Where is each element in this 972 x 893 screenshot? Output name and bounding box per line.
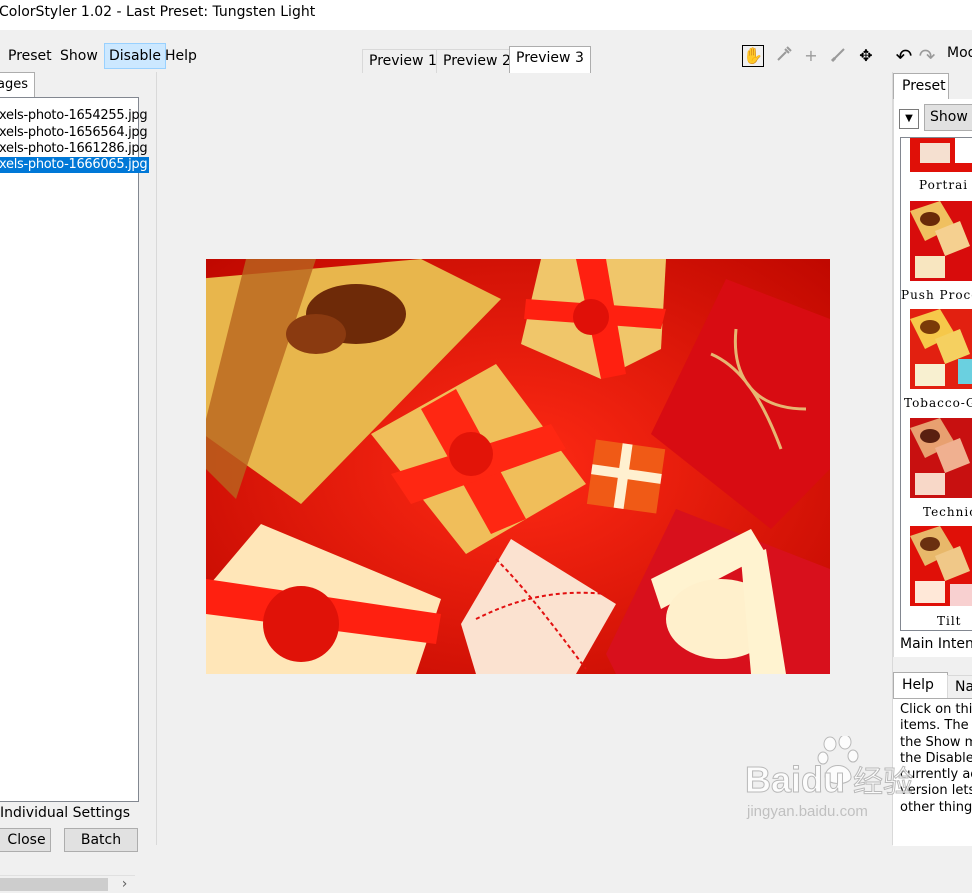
brush-icon[interactable]: [828, 45, 850, 67]
watermark-brand: Baidu: [745, 759, 845, 800]
horizontal-scrollbar[interactable]: ›: [0, 875, 135, 893]
preset-label: Tobacco-G: [904, 396, 972, 410]
file-list[interactable]: xels-photo-1654255.jpg xels-photo-165656…: [0, 97, 150, 893]
tab-navigator[interactable]: Na: [947, 675, 972, 699]
preset-label: Technic: [923, 505, 972, 519]
eyedropper-icon[interactable]: [773, 45, 795, 67]
close-button[interactable]: Close: [0, 828, 51, 852]
mode-label[interactable]: Mod: [947, 45, 972, 61]
preview-image: [206, 259, 830, 674]
individual-settings-label: Individual Settings: [0, 805, 131, 821]
help-text-line: Click on this: [900, 702, 972, 717]
preset-label: Tilt: [937, 614, 962, 628]
tab-preview-2[interactable]: Preview 2: [436, 49, 518, 73]
main-intensity-label: Main Intensi: [900, 636, 972, 652]
undo-icon[interactable]: ↶: [893, 45, 915, 67]
file-item[interactable]: xels-photo-1656564.jpg: [0, 125, 149, 141]
batch-button[interactable]: Batch: [64, 828, 138, 852]
tab-help[interactable]: Help: [893, 672, 948, 699]
scroll-right-icon[interactable]: ›: [116, 876, 133, 893]
menu-help[interactable]: Help: [161, 43, 201, 69]
preset-thumbnail[interactable]: [910, 418, 972, 498]
hand-icon[interactable]: ✋: [742, 45, 764, 67]
file-item[interactable]: xels-photo-1654255.jpg: [0, 108, 149, 124]
preset-thumbnail[interactable]: [910, 201, 972, 281]
tab-images[interactable]: ages: [0, 72, 35, 98]
watermark-url: jingyan.baidu.com: [746, 803, 868, 820]
preset-label: Push Proce: [901, 288, 972, 302]
preset-label: Portrai: [919, 178, 969, 192]
preset-thumbnail[interactable]: [910, 138, 972, 172]
preset-thumbnail[interactable]: [910, 526, 972, 606]
scrollbar-thumb[interactable]: [0, 878, 108, 891]
crosshair-icon[interactable]: +: [800, 45, 822, 67]
preset-thumbnail[interactable]: [910, 309, 972, 389]
menu-disable[interactable]: Disable: [104, 43, 166, 69]
move-arrows-icon[interactable]: ✥: [855, 45, 877, 67]
file-item[interactable]: xels-photo-1661286.jpg: [0, 141, 149, 157]
show-all-button[interactable]: Show A: [924, 104, 972, 131]
watermark-brand-cn: 经验: [853, 765, 913, 800]
tab-preview-3[interactable]: Preview 3: [509, 46, 591, 73]
menu-preset[interactable]: Preset: [4, 43, 56, 69]
tab-preset[interactable]: Preset: [893, 73, 949, 100]
title-bar: ColorStyler 1.02 - Last Preset: Tungsten…: [0, 0, 972, 30]
help-text-line: items. The P: [900, 718, 972, 733]
tab-preview-1[interactable]: Preview 1: [362, 49, 444, 73]
menu-show[interactable]: Show: [56, 43, 102, 69]
baidu-watermark-logo: Baidu 经验 jingyan.baidu.com: [745, 734, 925, 826]
file-item-selected[interactable]: xels-photo-1666065.jpg: [0, 157, 150, 173]
dropdown-arrow-icon[interactable]: ▼: [899, 109, 919, 129]
window-title: ColorStyler 1.02 - Last Preset: Tungsten…: [0, 4, 316, 20]
redo-icon[interactable]: ↷: [916, 45, 938, 67]
preset-list[interactable]: Portrai Push Proce Tobacco-G Technic Til…: [900, 137, 972, 631]
